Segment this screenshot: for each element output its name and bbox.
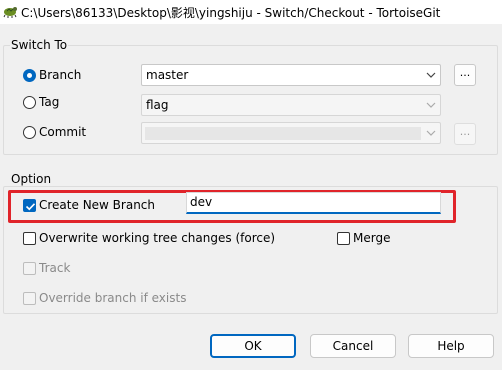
track-checkbox[interactable] — [23, 262, 36, 275]
branch-combo[interactable]: master — [141, 64, 441, 86]
override-checkbox[interactable] — [23, 292, 36, 305]
chevron-down-icon — [426, 130, 436, 136]
help-button[interactable]: Help — [408, 334, 494, 358]
commit-label[interactable]: Commit — [39, 125, 86, 139]
branch-browse-button[interactable]: ... — [454, 64, 476, 86]
override-label: Override branch if exists — [39, 291, 187, 305]
overwrite-checkbox[interactable] — [23, 232, 36, 245]
cancel-button[interactable]: Cancel — [310, 334, 396, 358]
option-label: Option — [10, 172, 53, 186]
create-new-branch-label[interactable]: Create New Branch — [39, 198, 155, 212]
checkmark-icon — [25, 203, 36, 211]
switch-to-label: Switch To — [10, 38, 69, 52]
branch-label[interactable]: Branch — [39, 68, 81, 82]
tag-combo-value: flag — [146, 98, 169, 112]
tortoisegit-icon — [3, 7, 17, 18]
merge-checkbox[interactable] — [337, 232, 350, 245]
merge-label[interactable]: Merge — [353, 231, 390, 245]
branch-combo-value: master — [146, 68, 189, 82]
new-branch-name-value: dev — [190, 195, 213, 209]
tag-combo[interactable]: flag — [141, 94, 441, 116]
title-bar: C:\Users\86133\Desktop\影视\yingshiju - Sw… — [0, 0, 502, 24]
overwrite-label[interactable]: Overwrite working tree changes (force) — [39, 231, 275, 245]
commit-combo[interactable] — [141, 122, 441, 144]
window-title: C:\Users\86133\Desktop\影视\yingshiju - Sw… — [21, 6, 441, 20]
commit-combo-field — [145, 127, 421, 140]
tag-radio[interactable] — [23, 96, 36, 109]
commit-browse-button[interactable]: ... — [454, 123, 476, 145]
commit-radio[interactable] — [23, 126, 36, 139]
new-branch-name-input[interactable]: dev — [186, 192, 441, 214]
ok-button[interactable]: OK — [210, 334, 296, 358]
tag-label[interactable]: Tag — [39, 95, 59, 109]
branch-radio[interactable] — [23, 69, 36, 82]
track-label: Track — [39, 261, 71, 275]
chevron-down-icon — [426, 102, 436, 108]
create-new-branch-checkbox[interactable] — [23, 199, 36, 212]
chevron-down-icon — [426, 72, 436, 78]
